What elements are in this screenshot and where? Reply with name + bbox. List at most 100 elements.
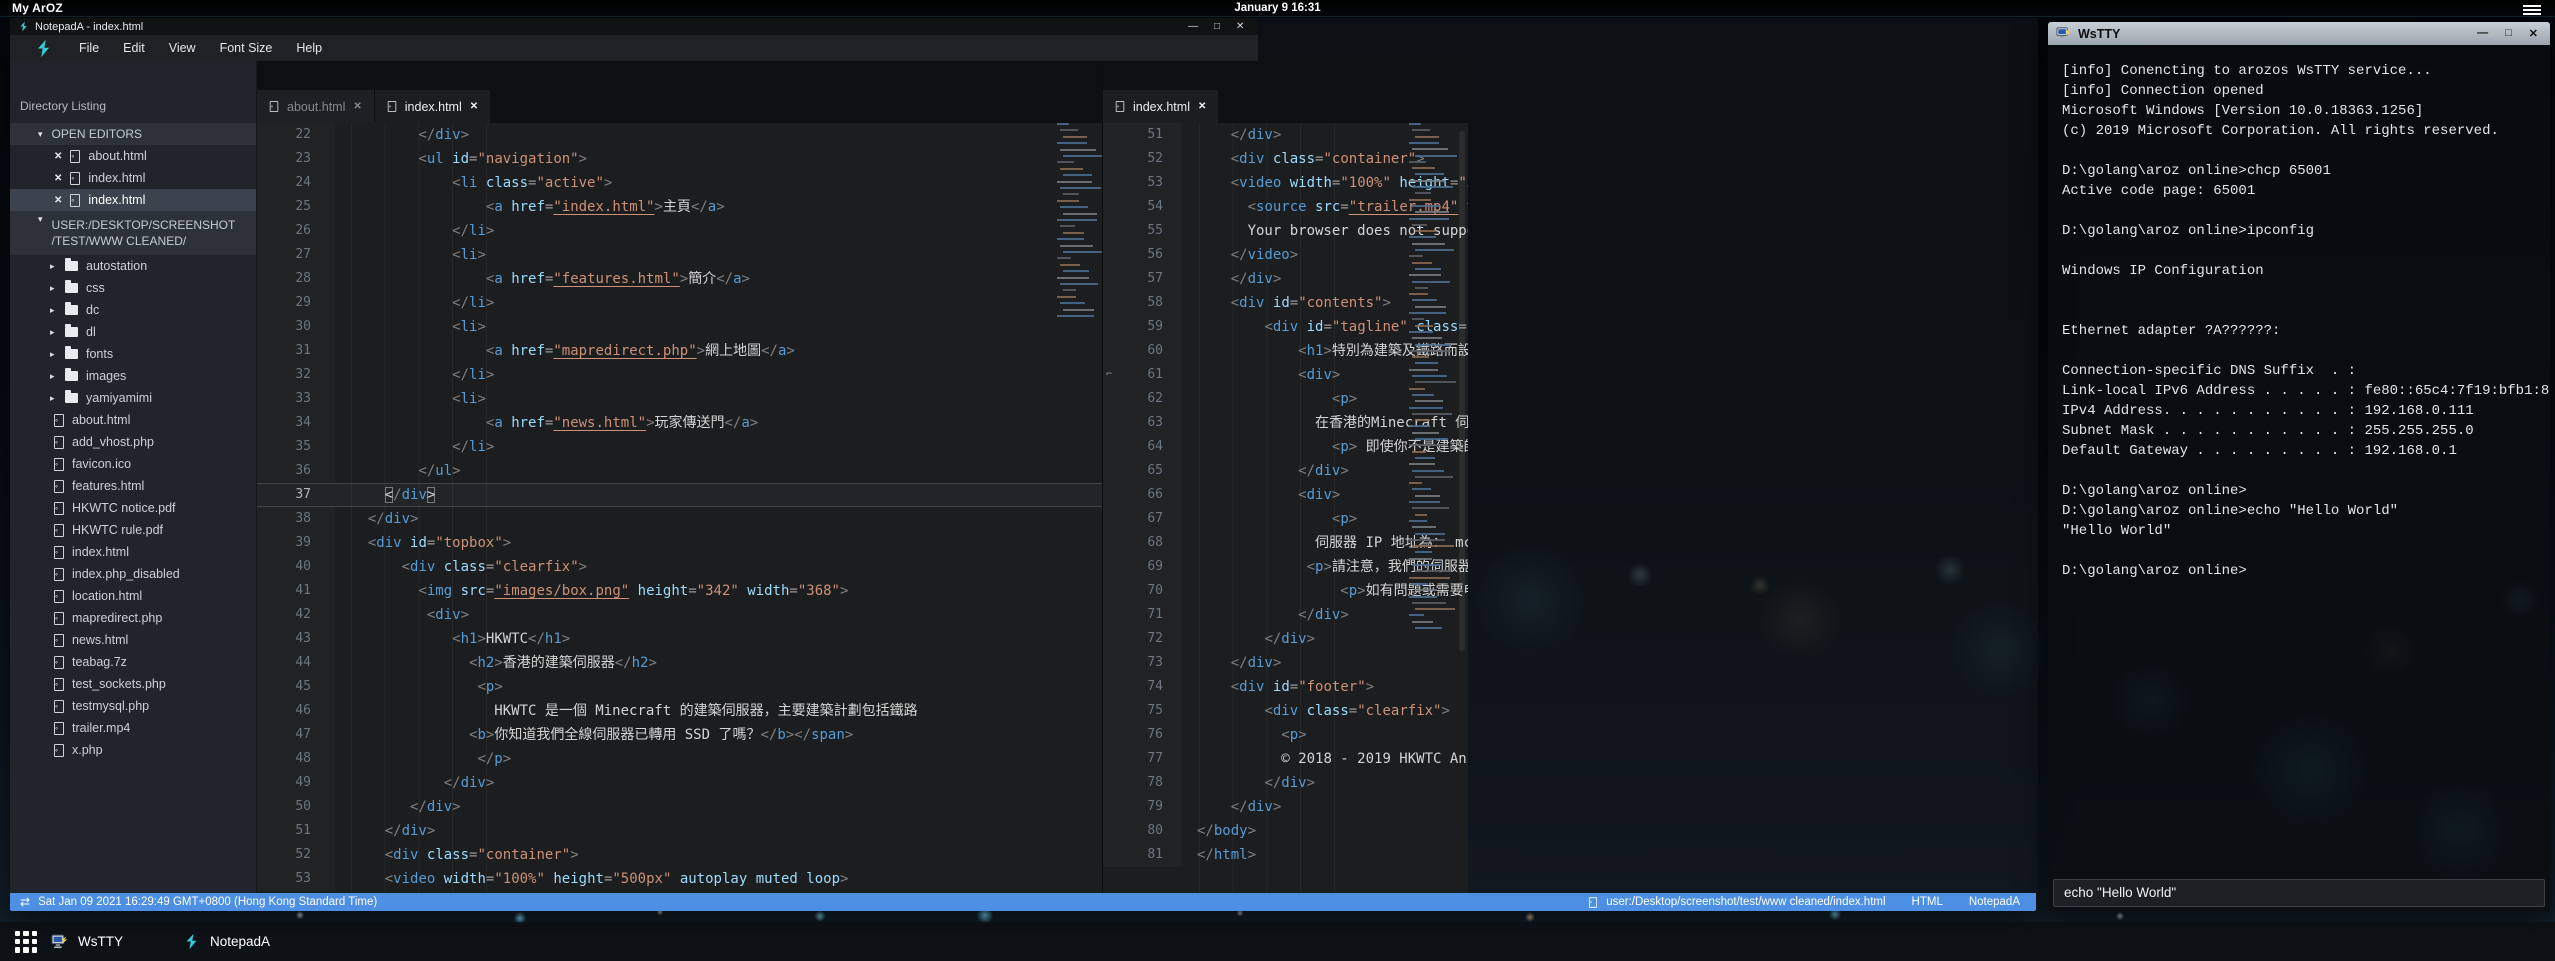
open-editor-item[interactable]: ✕about.html [10, 145, 256, 167]
minimize-button[interactable]: — [1188, 18, 1198, 35]
workspace-header[interactable]: ▾USER:/DESKTOP/SCREENSHOT/TEST/WWW CLEAN… [10, 211, 256, 255]
code-line[interactable]: 52<div class="container"> [257, 843, 1102, 867]
sidebar-file-index.php_disabled[interactable]: index.php_disabled [10, 563, 256, 585]
code-pane-right[interactable]: 51</div>52<div class="container">53<vide… [1103, 123, 1468, 893]
sidebar-folder-autostation[interactable]: ▸autostation [10, 255, 256, 277]
sidebar-file-x.php[interactable]: x.php [10, 739, 256, 761]
code-line[interactable]: 55Your browser does not support the vide… [1103, 219, 1468, 243]
taskbar-item-notepada[interactable]: NotepadA [169, 922, 284, 961]
code-line[interactable]: 81</html> [1103, 843, 1468, 867]
sidebar-folder-images[interactable]: ▸images [10, 365, 256, 387]
code-line[interactable]: 75<div class="clearfix"> [1103, 699, 1468, 723]
code-line[interactable]: 53<video width="100%" height="500px" aut… [257, 867, 1102, 891]
open-editor-item[interactable]: ✕index.html [10, 167, 256, 189]
code-line[interactable]: 35</li> [257, 435, 1102, 459]
sidebar-file-teabag.7z[interactable]: teabag.7z [10, 651, 256, 673]
sidebar-file-news.html[interactable]: news.html [10, 629, 256, 651]
close-icon[interactable]: ✕ [1198, 101, 1206, 112]
sidebar-folder-dc[interactable]: ▸dc [10, 299, 256, 321]
menu-view[interactable]: View [157, 35, 208, 61]
code-line[interactable]: 64<p> 即使你不是建築師，你也能透過紅石師或鐵路工程師的身份加入我 [1103, 435, 1468, 459]
code-line[interactable]: 42<div> [257, 603, 1102, 627]
sidebar-file-location.html[interactable]: location.html [10, 585, 256, 607]
sidebar-file-testmysql.php[interactable]: testmysql.php [10, 695, 256, 717]
code-line[interactable]: 33<li> [257, 387, 1102, 411]
taskbar-item-wstty[interactable]: WsTTY [37, 922, 137, 961]
code-line[interactable]: 72</div> [1103, 627, 1468, 651]
sidebar-file-HKWTC-rule.pdf[interactable]: HKWTC rule.pdf [10, 519, 256, 541]
code-line[interactable]: 36</ul> [257, 459, 1102, 483]
code-line[interactable]: 30<li> [257, 315, 1102, 339]
code-line[interactable]: 45<p> [257, 675, 1102, 699]
code-line[interactable]: 50</div> [257, 795, 1102, 819]
sidebar-folder-yamiyamimi[interactable]: ▸yamiyamimi [10, 387, 256, 409]
sidebar-folder-dl[interactable]: ▸dl [10, 321, 256, 343]
code-line[interactable]: 80</body> [1103, 819, 1468, 843]
sidebar-file-mapredirect.php[interactable]: mapredirect.php [10, 607, 256, 629]
sidebar-file-add_vhost.php[interactable]: add_vhost.php [10, 431, 256, 453]
open-editors-header[interactable]: ▾OPEN EDITORS [10, 123, 256, 145]
code-line[interactable]: 38</div> [257, 507, 1102, 531]
close-button[interactable]: ✕ [2529, 27, 2538, 40]
open-editor-item[interactable]: ✕index.html [10, 189, 256, 211]
code-line[interactable]: 28<a href="features.html">簡介</a> [257, 267, 1102, 291]
code-line[interactable]: 53<video width="100%" height="500px" aut… [1103, 171, 1468, 195]
tab-index.html[interactable]: index.html✕ [375, 90, 491, 123]
code-line[interactable]: 24<li class="active"> [257, 171, 1102, 195]
code-line[interactable]: 41<img src="images/box.png" height="342"… [257, 579, 1102, 603]
code-line[interactable]: 37</div> [257, 483, 1102, 507]
code-line[interactable]: 26</li> [257, 219, 1102, 243]
close-icon[interactable]: ✕ [54, 151, 62, 162]
code-line[interactable]: 76<p> [1103, 723, 1468, 747]
code-line[interactable]: 73</div> [1103, 651, 1468, 675]
code-line[interactable]: 23<ul id="navigation"> [257, 147, 1102, 171]
menu-help[interactable]: Help [284, 35, 334, 61]
terminal-input[interactable]: echo "Hello World" [2053, 879, 2545, 907]
code-line[interactable]: 47<b>你知道我們全線伺服器已轉用 SSD 了嗎？</b></span> [257, 723, 1102, 747]
code-line[interactable]: 48</p> [257, 747, 1102, 771]
sidebar-file-HKWTC-notice.pdf[interactable]: HKWTC notice.pdf [10, 497, 256, 519]
code-line[interactable]: 44<h2>香港的建築伺服器</h2> [257, 651, 1102, 675]
sidebar-file-favicon.ico[interactable]: favicon.ico [10, 453, 256, 475]
terminal-output[interactable]: [info] Conencting to arozos WsTTY servic… [2048, 45, 2550, 872]
tab-index.html[interactable]: index.html✕ [1103, 90, 1219, 123]
sidebar-folder-css[interactable]: ▸css [10, 277, 256, 299]
code-line[interactable]: 25<a href="index.html">主頁</a> [257, 195, 1102, 219]
code-line[interactable]: 51</div> [257, 819, 1102, 843]
code-line[interactable]: 79</div> [1103, 795, 1468, 819]
sidebar-file-trailer.mp4[interactable]: trailer.mp4 [10, 717, 256, 739]
sidebar-file-features.html[interactable]: features.html [10, 475, 256, 497]
menu-font-size[interactable]: Font Size [208, 35, 285, 61]
code-line[interactable]: 34<a href="news.html">玩家傳送門</a> [257, 411, 1102, 435]
code-line[interactable]: 57</div> [1103, 267, 1468, 291]
code-line[interactable]: 22</div> [257, 123, 1102, 147]
menu-file[interactable]: File [67, 35, 111, 61]
code-line[interactable]: 40<div class="clearfix"> [257, 555, 1102, 579]
tab-about.html[interactable]: about.html✕ [257, 90, 375, 123]
sidebar-file-index.html[interactable]: index.html [10, 541, 256, 563]
code-line[interactable]: 49</div> [257, 771, 1102, 795]
scrollbar-thumb[interactable] [1459, 131, 1465, 651]
close-icon[interactable]: ✕ [54, 195, 62, 206]
code-line[interactable]: 27<li> [257, 243, 1102, 267]
code-line[interactable]: 32</li> [257, 363, 1102, 387]
minimize-button[interactable]: — [2477, 27, 2488, 40]
code-line[interactable]: 74<div id="footer"> [1103, 675, 1468, 699]
code-pane-left[interactable]: 22</div>23<ul id="navigation">24<li clas… [257, 123, 1102, 893]
close-button[interactable]: ✕ [1236, 18, 1244, 35]
code-line[interactable]: 46HKWTC 是一個 Minecraft 的建築伺服器，主要建築計劃包括鐵路 [257, 699, 1102, 723]
hamburger-menu-icon[interactable] [2523, 3, 2541, 17]
statusbar-language[interactable]: HTML [1912, 896, 1943, 908]
close-icon[interactable]: ✕ [470, 101, 478, 112]
maximize-button[interactable]: □ [2505, 27, 2512, 40]
sidebar-file-about.html[interactable]: about.html [10, 409, 256, 431]
close-icon[interactable]: ✕ [353, 101, 361, 112]
code-line[interactable]: 29</li> [257, 291, 1102, 315]
code-line[interactable]: 39<div id="topbox"> [257, 531, 1102, 555]
menu-edit[interactable]: Edit [111, 35, 157, 61]
code-line[interactable]: 77© 2018 - 2019 HKWTC Animation Gamer</p… [1103, 747, 1468, 771]
wstty-titlebar[interactable]: WsTTY — □ ✕ [2048, 22, 2550, 45]
sidebar-file-test_sockets.php[interactable]: test_sockets.php [10, 673, 256, 695]
code-line[interactable]: 66<div> [1103, 483, 1468, 507]
sidebar-folder-fonts[interactable]: ▸fonts [10, 343, 256, 365]
